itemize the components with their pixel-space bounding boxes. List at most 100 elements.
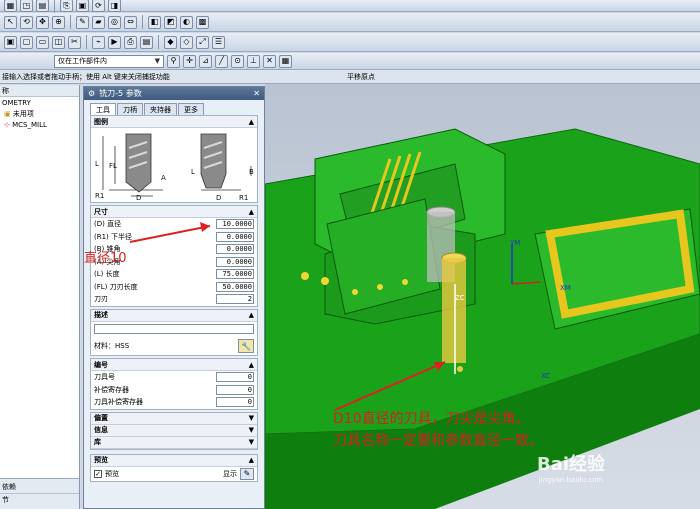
sketch-icon[interactable]: ✎ xyxy=(76,15,89,29)
dependency-label: 依赖 xyxy=(2,483,16,491)
tool-icon[interactable]: ▦ xyxy=(4,0,17,12)
snap-tangent-icon[interactable]: ⊥ xyxy=(247,54,260,68)
svg-text:R1: R1 xyxy=(239,194,248,200)
offset-group-header[interactable]: 偏置 ▼ xyxy=(91,412,257,425)
svg-text:L: L xyxy=(95,160,99,168)
tool-icon[interactable]: ▤ xyxy=(36,0,49,12)
create-method-icon[interactable]: ◫ xyxy=(52,35,65,49)
create-tool-icon[interactable]: ▢ xyxy=(20,35,33,49)
postprocess-icon[interactable]: ⎙ xyxy=(124,35,137,49)
axis-label-xm: XM xyxy=(560,284,571,292)
nav-row-label: 未用项 xyxy=(12,109,34,118)
measure-icon[interactable]: ⇔ xyxy=(124,15,137,29)
extrude-icon[interactable]: ▰ xyxy=(92,15,105,29)
annotation-line-2: 刀具名称一定要和参数直径一致。 xyxy=(333,433,543,449)
snap-grid-icon[interactable]: ▦ xyxy=(279,54,292,68)
wireframe-icon[interactable]: ◇ xyxy=(180,35,193,49)
svg-text:D: D xyxy=(216,194,221,200)
shop-doc-icon[interactable]: ▤ xyxy=(140,35,153,49)
nav-row-geometry[interactable]: OMETRY xyxy=(0,97,79,108)
filter-icon[interactable]: ⚲ xyxy=(167,54,180,68)
graphics-viewport[interactable]: ZC XC XM YM D10直径的刀具，刀尖是尖角。 刀具名称一定要和参数直径… xyxy=(265,84,700,509)
field-flutes: 刀刃 xyxy=(91,293,257,306)
adjust-register-input[interactable] xyxy=(216,384,254,395)
view-icon[interactable]: ◧ xyxy=(148,15,161,29)
select-icon[interactable]: ↖ xyxy=(4,15,17,29)
tab-holder[interactable]: 夹持器 xyxy=(144,103,177,115)
material-library-button[interactable]: 🔧 xyxy=(238,339,254,353)
preview-checkbox[interactable]: ✓ xyxy=(94,469,102,478)
view-icon[interactable]: ◩ xyxy=(164,15,177,29)
create-geometry-icon[interactable]: ▭ xyxy=(36,35,49,49)
diameter-input[interactable] xyxy=(216,219,254,230)
toolbar-row-1: ▦ ◳ ▤ ⎘ ▣ ⟳ ◨ xyxy=(0,0,700,13)
flute-length-input[interactable] xyxy=(216,281,254,292)
library-group-header[interactable]: 库 ▼ xyxy=(91,436,257,449)
snap-center-icon[interactable]: ⊙ xyxy=(231,54,244,68)
cutcom-register-input[interactable] xyxy=(216,397,254,408)
generate-path-icon[interactable]: ⌁ xyxy=(92,35,105,49)
zoom-icon[interactable]: ⊕ xyxy=(52,15,65,29)
field-diameter: (D) 直径 xyxy=(91,218,257,231)
material-row: 材料：HSS 🔧 xyxy=(91,337,257,355)
show-button[interactable]: ✎ xyxy=(240,467,254,480)
figure-group-header[interactable]: 图例 ▲ xyxy=(91,116,257,128)
annotation-diameter: 直径10 xyxy=(84,251,127,266)
field-flute-length: (FL) 刀刃长度 xyxy=(91,281,257,294)
number-group-header[interactable]: 编号 ▲ xyxy=(91,359,257,371)
tool-icon[interactable]: ◨ xyxy=(108,0,121,12)
pan-icon[interactable]: ✥ xyxy=(36,15,49,29)
tip-angle-input[interactable] xyxy=(216,256,254,267)
snap-mid-icon[interactable]: ╱ xyxy=(215,54,228,68)
collapse-icon: ▲ xyxy=(248,311,254,319)
snap-point-icon[interactable]: ✛ xyxy=(183,54,196,68)
lower-radius-input[interactable] xyxy=(216,231,254,242)
gear-icon: ⚙ xyxy=(88,89,96,98)
shading-icon[interactable]: ◆ xyxy=(164,35,177,49)
rotate-icon[interactable]: ⟲ xyxy=(20,15,33,29)
render-icon[interactable]: ◐ xyxy=(180,15,193,29)
tool-diagram: L FL A D R1 L B D R1 xyxy=(95,133,254,202)
preview-row: ✓ 预览 显示 ✎ xyxy=(91,467,257,481)
tool-icon[interactable]: ⎘ xyxy=(60,0,73,12)
preview-group-header[interactable]: 预览 ▲ xyxy=(91,454,257,467)
selection-scope-combo[interactable]: 仅在工作部件内 ▼ xyxy=(54,54,164,68)
mcs-icon: ⊹ xyxy=(4,120,10,129)
description-group: 描述 ▲ 材料：HSS 🔧 xyxy=(90,308,258,356)
tab-holder-shank[interactable]: 刀柄 xyxy=(117,103,143,115)
create-program-icon[interactable]: ▣ xyxy=(4,35,17,49)
hole-icon[interactable]: ◎ xyxy=(108,15,121,29)
tab-more[interactable]: 更多 xyxy=(178,103,204,115)
nav-row-mcs[interactable]: ⊹ MCS_MILL xyxy=(0,119,79,130)
svg-text:FL: FL xyxy=(109,162,117,170)
snap-intersect-icon[interactable]: ✕ xyxy=(263,54,276,68)
nav-bottom-panel: 依赖 节 xyxy=(0,478,79,509)
length-input[interactable] xyxy=(216,269,254,280)
taper-angle-input[interactable] xyxy=(216,244,254,255)
info-group-header[interactable]: 信息 ▼ xyxy=(91,424,257,437)
tab-tool[interactable]: 工具 xyxy=(90,103,116,115)
description-group-header[interactable]: 描述 ▲ xyxy=(91,309,257,322)
tool-icon[interactable]: ⟳ xyxy=(92,0,105,12)
nav-row-label: MCS_MILL xyxy=(12,120,47,129)
create-operation-icon[interactable]: ✂ xyxy=(68,35,81,49)
prompt-bar: 接输入选择或者拖动手柄；使用 Alt 键来关闭捕捉功能 平移原点 xyxy=(0,70,700,84)
tool-icon[interactable]: ◳ xyxy=(20,0,33,12)
close-icon[interactable]: ✕ xyxy=(253,89,260,98)
fit-icon[interactable]: ⤢ xyxy=(196,35,209,49)
dimensions-group-header[interactable]: 尺寸 ▲ xyxy=(91,206,257,218)
flutes-input[interactable] xyxy=(216,294,254,305)
snap-end-icon[interactable]: ⊿ xyxy=(199,54,212,68)
description-input[interactable] xyxy=(94,323,254,334)
toolbar-row-2: ↖ ⟲ ✥ ⊕ ✎ ▰ ◎ ⇔ ◧ ◩ ◐ ▩ xyxy=(0,13,700,32)
nav-row-unused[interactable]: ▣ 未用项 xyxy=(0,108,79,119)
svg-text:A: A xyxy=(161,174,166,182)
watermark: Bai经验 jingyan.baidu.com xyxy=(537,450,605,484)
expand-icon: ▼ xyxy=(248,414,254,422)
color-icon[interactable]: ▩ xyxy=(196,15,209,29)
tool-icon[interactable]: ▣ xyxy=(76,0,89,12)
verify-icon[interactable]: ▶ xyxy=(108,35,121,49)
tool-number-input[interactable] xyxy=(216,372,254,383)
layer-icon[interactable]: ☰ xyxy=(212,35,225,49)
toolbar-row-4: 仅在工作部件内 ▼ ⚲ ✛ ⊿ ╱ ⊙ ⊥ ✕ ▦ xyxy=(0,53,700,70)
